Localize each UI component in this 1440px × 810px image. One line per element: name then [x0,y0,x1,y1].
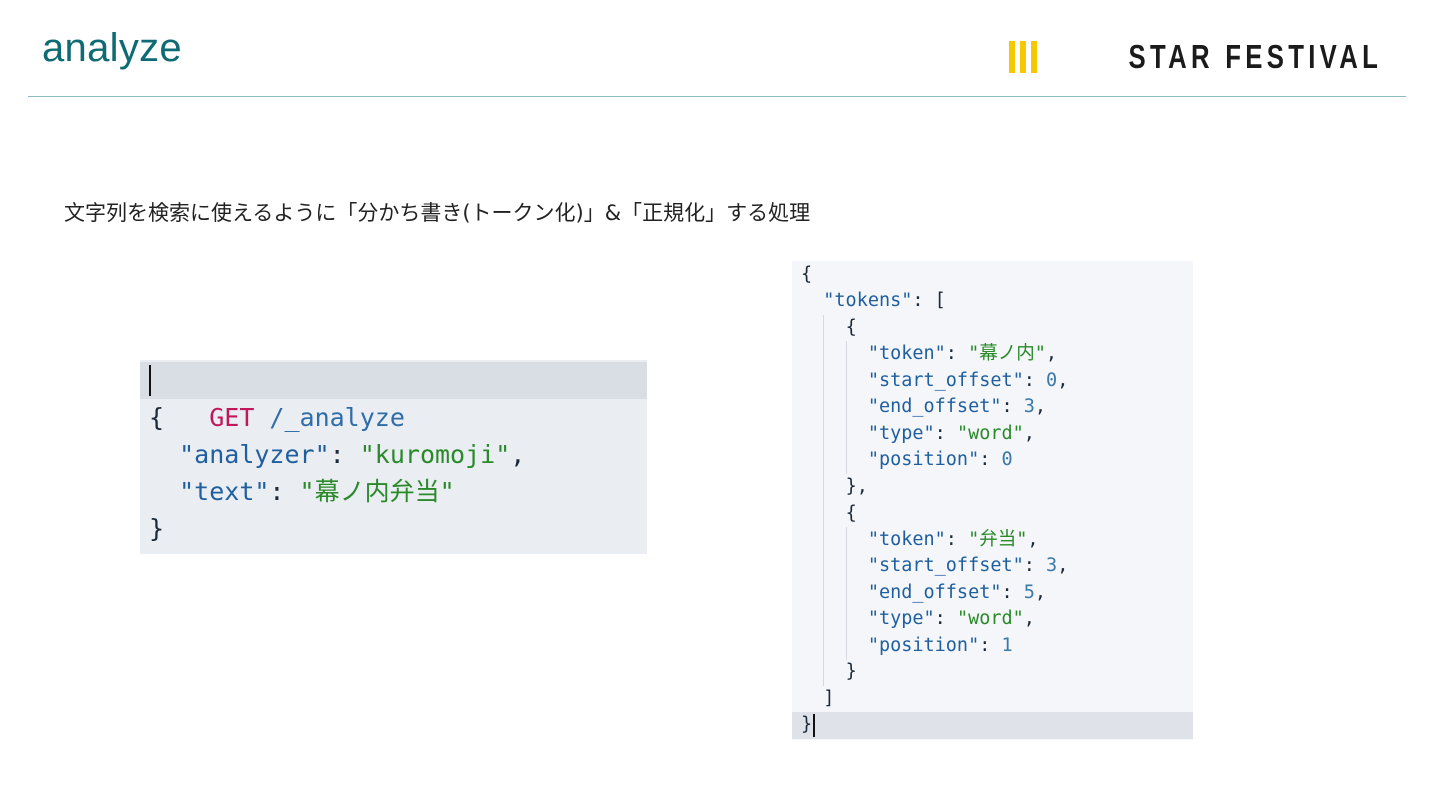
close-brace: } [801,714,813,735]
code-line: "start_offset": 3, [867,555,1069,576]
code-line: "start_offset": 0, [867,370,1069,391]
request-line: GET /_analyze [149,362,405,432]
json-number: 0 [1001,449,1013,470]
brand-mark-icon [1008,41,1037,73]
close-bracket: ] [823,688,835,709]
json-number: 1 [1001,635,1013,656]
code-line: "tokens": [ [823,290,946,311]
code-line: "end_offset": 5, [867,582,1047,603]
json-key: "position" [867,635,980,656]
code-line: "analyzer": "kuromoji", [179,440,526,469]
code-line: { [845,503,857,524]
brand-name: STAR FESTIVAL [1128,38,1382,75]
code-line: "type": "word", [867,608,1035,629]
code-line: } [801,659,857,685]
slide-title: analyze [42,26,182,70]
code-line: } [149,510,164,547]
open-brace: { [801,264,813,285]
json-string: "kuromoji" [359,440,511,469]
json-key: "text" [179,477,270,506]
code-line: { [801,262,812,288]
code-line: "position": 0 [867,449,1013,470]
json-string: "弁当" [968,529,1028,550]
code-line: "position": 1 [867,635,1013,656]
active-line-highlight [792,712,1193,739]
code-line: "text": "幕ノ内弁当" [179,477,455,506]
json-key: "end_offset" [867,396,1002,417]
open-bracket: [ [934,290,946,311]
close-brace: } [149,514,165,543]
json-number: 3 [1023,396,1035,417]
json-key: "position" [867,449,980,470]
code-line: ] [801,686,834,712]
json-number: 0 [1046,370,1058,391]
json-string: "幕ノ内弁当" [299,477,455,506]
open-brace: { [149,403,165,432]
json-number: 5 [1023,582,1035,603]
code-line: }, [801,474,868,500]
code-line: "token": "幕ノ内", [867,343,1057,364]
json-string: "word" [956,423,1024,444]
json-key: "tokens" [823,290,913,311]
request-path: /_analyze [254,403,405,432]
request-code-panel: GET /_analyze { "analyzer": "kuromoji", … [140,360,647,554]
json-key: "end_offset" [867,582,1002,603]
response-code-panel: { "tokens": [ { "token": "幕ノ内", "start_o… [792,261,1193,740]
json-key: "token" [867,529,946,550]
json-key: "type" [867,423,935,444]
header-divider [28,96,1406,97]
brand-logo: STAR FESTIVAL [1008,38,1382,75]
code-line: { [149,399,164,436]
json-number: 3 [1046,555,1058,576]
code-line: "type": "word", [867,423,1035,444]
json-key: "type" [867,608,935,629]
close-brace: } [845,661,857,682]
json-key: "analyzer" [179,440,330,469]
slide-subtitle: 文字列を検索に使えるように「分かち書き(トークン化)」&「正規化」する処理 [64,201,811,225]
http-method: GET [209,403,255,432]
text-cursor [813,714,815,737]
json-string: "幕ノ内" [968,343,1046,364]
code-line: } [801,712,812,738]
json-key: "start_offset" [867,370,1024,391]
json-string: "word" [956,608,1024,629]
code-line: "end_offset": 3, [867,396,1047,417]
close-brace: }, [845,476,868,497]
json-key: "start_offset" [867,555,1024,576]
code-line: "token": "弁当", [867,529,1039,550]
code-line: { [845,317,857,338]
json-key: "token" [867,343,946,364]
